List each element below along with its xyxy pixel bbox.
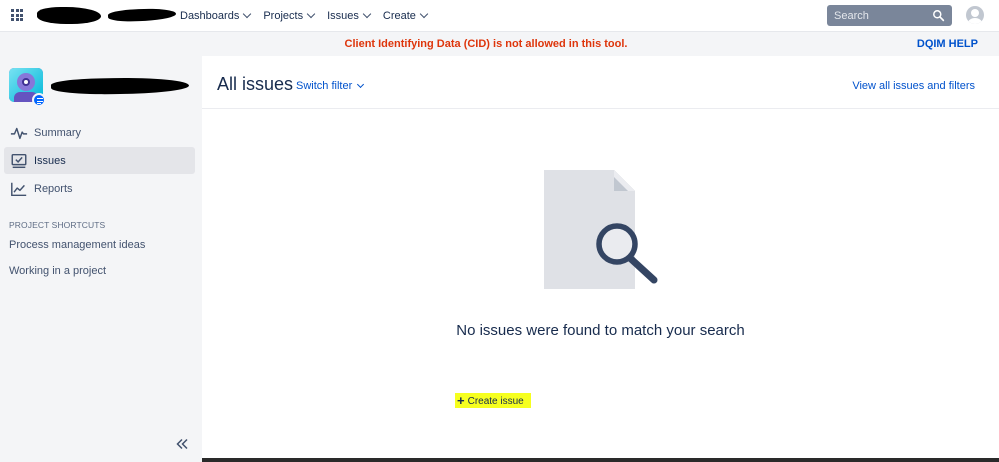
shortcut-working-in-a-project[interactable]: Working in a project [9, 265, 106, 277]
redacted-logo [37, 7, 101, 24]
sidebar-item-reports[interactable]: Reports [4, 175, 195, 202]
redacted-site-name [107, 7, 177, 23]
search-input[interactable] [834, 9, 929, 22]
empty-search-illustration-icon [544, 170, 658, 289]
cid-warning-banner: Client Identifying Data (CID) is not all… [0, 31, 999, 56]
nav-dashboards[interactable]: Dashboards [180, 9, 252, 22]
nav-projects[interactable]: Projects [263, 9, 316, 22]
switch-filter-button[interactable]: Switch filter [296, 80, 365, 92]
sidebar-item-label: Summary [34, 126, 82, 139]
collapse-sidebar-icon[interactable] [174, 436, 190, 452]
sidebar-nav: Summary Issues Reports [4, 119, 195, 203]
view-all-issues-link[interactable]: View all issues and filters [852, 80, 975, 92]
chevron-down-icon [306, 9, 316, 19]
nav-issues[interactable]: Issues [327, 9, 372, 22]
chevron-down-icon [362, 9, 372, 19]
app-switcher-icon[interactable] [11, 9, 23, 21]
create-issue-button[interactable]: + Create issue [455, 393, 531, 408]
chevron-down-icon [243, 9, 252, 19]
plus-icon: + [457, 393, 465, 408]
nav-create[interactable]: Create [383, 9, 429, 22]
issues-icon [11, 153, 27, 168]
chevron-down-icon [357, 80, 365, 89]
sidebar-item-label: Reports [34, 182, 73, 195]
page-title: All issues [217, 74, 294, 94]
redacted-project-name [50, 76, 190, 96]
search-icon[interactable] [932, 9, 945, 22]
project-shortcuts-heading: PROJECT SHORTCUTS [9, 220, 106, 230]
banner-message: Client Identifying Data (CID) is not all… [344, 38, 628, 50]
primary-nav: Dashboards Projects Issues Create [180, 0, 440, 31]
search-box[interactable] [827, 5, 952, 26]
sidebar-item-summary[interactable]: Summary [4, 119, 195, 146]
user-avatar[interactable] [966, 6, 984, 24]
empty-state-message: No issues were found to match your searc… [456, 322, 745, 339]
main-content: All issues Switch filter View all issues… [202, 56, 999, 462]
sidebar-item-label: Issues [34, 154, 66, 167]
shortcut-process-management-ideas[interactable]: Process management ideas [9, 239, 145, 251]
pulse-icon [10, 127, 28, 139]
reports-icon [11, 182, 27, 196]
dqim-help-link[interactable]: DQIM HELP [917, 38, 978, 50]
chevron-down-icon [419, 9, 429, 19]
top-navigation: Dashboards Projects Issues Create [0, 0, 999, 31]
page-header: All issues Switch filter View all issues… [202, 56, 999, 109]
sidebar-item-issues[interactable]: Issues [4, 147, 195, 174]
project-sidebar: Summary Issues Reports PROJECT SHORTCUTS… [0, 56, 202, 462]
project-type-badge-icon [32, 93, 46, 107]
window-bottom-edge [0, 458, 999, 462]
